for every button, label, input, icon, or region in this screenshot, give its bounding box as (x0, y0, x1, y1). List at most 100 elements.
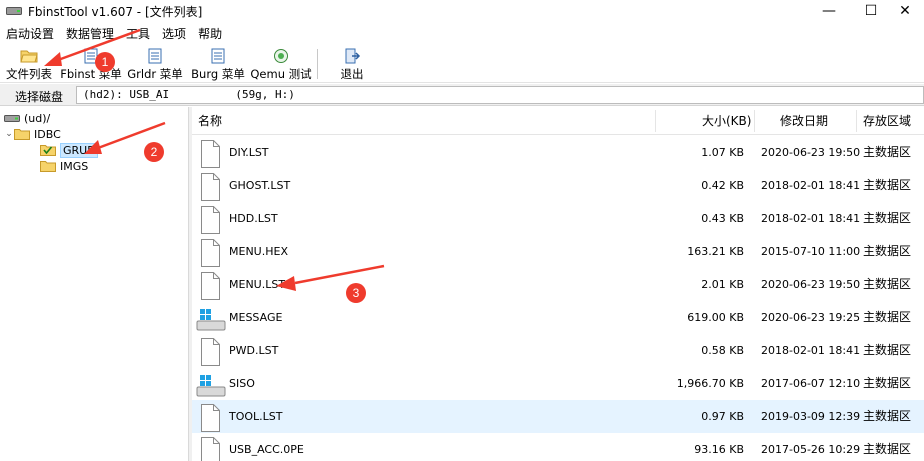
column-area-header[interactable]: 存放区域 (863, 107, 911, 135)
document-icon (201, 239, 220, 267)
file-size: 0.43 KB (701, 212, 744, 225)
tree-imgs-label: IMGS (60, 159, 89, 173)
qemu-test-button[interactable]: Qemu 测试 (250, 48, 312, 82)
file-name: MENU.HEX (229, 245, 288, 258)
file-row[interactable]: GHOST.LST 0.42 KB 2018-02-01 18:41 主数据区 (192, 169, 924, 202)
exit-button[interactable]: 退出 (334, 48, 370, 82)
document-icon (201, 140, 220, 168)
column-size-header[interactable]: 大小(KB) (702, 107, 751, 135)
file-name: GHOST.LST (229, 179, 291, 192)
document-icon (201, 206, 220, 234)
file-size: 0.42 KB (701, 179, 744, 192)
disk-label: 选择磁盘 (15, 90, 64, 104)
document-icon (201, 404, 220, 432)
menu-bar: 启动设置 数据管理 工具 选项 帮助 (0, 24, 228, 44)
file-area: 主数据区 (863, 310, 912, 324)
file-date: 2020-06-23 19:50 (761, 278, 861, 291)
tree-node-idbc[interactable]: ⌄ IDBC (4, 126, 61, 142)
grldr-menu-button[interactable]: Grldr 菜单 (126, 48, 184, 82)
burg-menu-button[interactable]: Burg 菜单 (190, 48, 246, 82)
file-name: DIY.LST (229, 146, 269, 159)
file-row[interactable]: MENU.HEX 163.21 KB 2015-07-10 11:00 主数据区 (192, 235, 924, 268)
drive-icon (4, 115, 20, 122)
file-area: 主数据区 (863, 409, 912, 423)
file-size: 163.21 KB (687, 245, 744, 258)
disk-select[interactable]: (hd2): USB_AI (59g, H:) (76, 86, 924, 104)
file-name: MENU.LST (229, 278, 286, 291)
file-size: 2.01 KB (701, 278, 744, 291)
column-date-header[interactable]: 修改日期 (780, 107, 828, 135)
file-row[interactable]: PWD.LST 0.58 KB 2018-02-01 18:41 主数据区 (192, 334, 924, 367)
annotation-badge-3: 3 (346, 283, 366, 303)
file-size: 1.07 KB (701, 146, 744, 159)
window-title: FbinstTool v1.607 - [文件列表] (28, 4, 203, 19)
menu-boot-settings[interactable]: 启动设置 (0, 24, 60, 44)
file-list: 名称 大小(KB) 修改日期 存放区域 DIY.LST 1.07 KB 2020… (192, 107, 924, 461)
disk-bar: 选择磁盘 (hd2): USB_AI (59g, H:) (0, 84, 924, 106)
file-area: 主数据区 (863, 343, 912, 357)
windows-drive-icon (196, 309, 226, 331)
file-area: 主数据区 (863, 178, 912, 192)
file-row[interactable]: DIY.LST 1.07 KB 2020-06-23 19:50 主数据区 (192, 136, 924, 169)
folder-icon (14, 129, 30, 140)
file-date: 2018-02-01 18:41 (761, 344, 861, 357)
file-area: 主数据区 (863, 145, 912, 159)
file-name: USB_ACC.0PE (229, 443, 304, 456)
toolbar-divider (317, 49, 318, 79)
file-date: 2015-07-10 11:00 (761, 245, 861, 258)
tree-root-label: (ud)/ (24, 111, 51, 125)
file-name: PWD.LST (229, 344, 279, 357)
file-area: 主数据区 (863, 244, 912, 258)
minimize-button[interactable]: — (806, 0, 852, 22)
grldr-menu-label: Grldr 菜单 (127, 67, 183, 81)
title-bar: FbinstTool v1.607 - [文件列表] (0, 0, 924, 22)
file-area: 主数据区 (863, 211, 912, 225)
file-size: 619.00 KB (687, 311, 744, 324)
file-row[interactable]: HDD.LST 0.43 KB 2018-02-01 18:41 主数据区 (192, 202, 924, 235)
document-icon (201, 437, 220, 461)
tree-idbc-label: IDBC (34, 127, 61, 141)
column-divider[interactable] (655, 110, 656, 132)
column-divider[interactable] (754, 110, 755, 132)
file-row[interactable]: MENU.LST 2.01 KB 2020-06-23 19:50 主数据区 (192, 268, 924, 301)
file-row[interactable]: USB_ACC.0PE 93.16 KB 2017-05-26 10:29 主数… (192, 433, 924, 461)
file-date: 2018-02-01 18:41 (761, 179, 861, 192)
file-date: 2017-06-07 12:10 (761, 377, 861, 390)
exit-label: 退出 (340, 67, 364, 81)
annotation-badge-1: 1 (95, 52, 115, 72)
qemu-test-label: Qemu 测试 (250, 67, 312, 81)
file-list-button[interactable]: 文件列表 (4, 48, 54, 82)
file-date: 2017-05-26 10:29 (761, 443, 861, 456)
close-button[interactable]: ✕ (882, 0, 924, 22)
file-name: MESSAGE (229, 311, 283, 324)
file-area: 主数据区 (863, 376, 912, 390)
tree-node-imgs[interactable]: IMGS (40, 158, 88, 174)
file-row[interactable]: MESSAGE 619.00 KB 2020-06-23 19:25 主数据区 (192, 301, 924, 334)
exit-icon (345, 48, 361, 64)
chevron-down-icon[interactable]: ⌄ (4, 129, 14, 139)
menu-doc-icon (148, 48, 162, 64)
file-date: 2020-06-23 19:25 (761, 311, 861, 324)
file-row[interactable]: SISO 1,966.70 KB 2017-06-07 12:10 主数据区 (192, 367, 924, 400)
file-size: 0.58 KB (701, 344, 744, 357)
file-row[interactable]: TOOL.LST 0.97 KB 2019-03-09 12:39 主数据区 (192, 400, 924, 433)
folder-check-icon (40, 145, 56, 156)
file-date: 2020-06-23 19:50 (761, 146, 861, 159)
tree-node-root[interactable]: (ud)/ (4, 110, 50, 126)
menu-help[interactable]: 帮助 (192, 24, 228, 44)
tree-node-grub[interactable]: GRUB (40, 142, 98, 158)
file-name: HDD.LST (229, 212, 278, 225)
file-area: 主数据区 (863, 277, 912, 291)
file-name: SISO (229, 377, 255, 390)
document-icon (201, 272, 220, 300)
document-icon (201, 173, 220, 201)
menu-data-management[interactable]: 数据管理 (60, 24, 120, 44)
menu-tools[interactable]: 工具 (120, 24, 156, 44)
fbinst-menu-label: Fbinst 菜单 (60, 67, 122, 81)
column-name-header[interactable]: 名称 (198, 107, 222, 135)
menu-doc-icon (211, 48, 225, 64)
column-divider[interactable] (856, 110, 857, 132)
menu-options[interactable]: 选项 (156, 24, 192, 44)
annotation-badge-2: 2 (144, 142, 164, 162)
burg-menu-label: Burg 菜单 (191, 67, 245, 81)
